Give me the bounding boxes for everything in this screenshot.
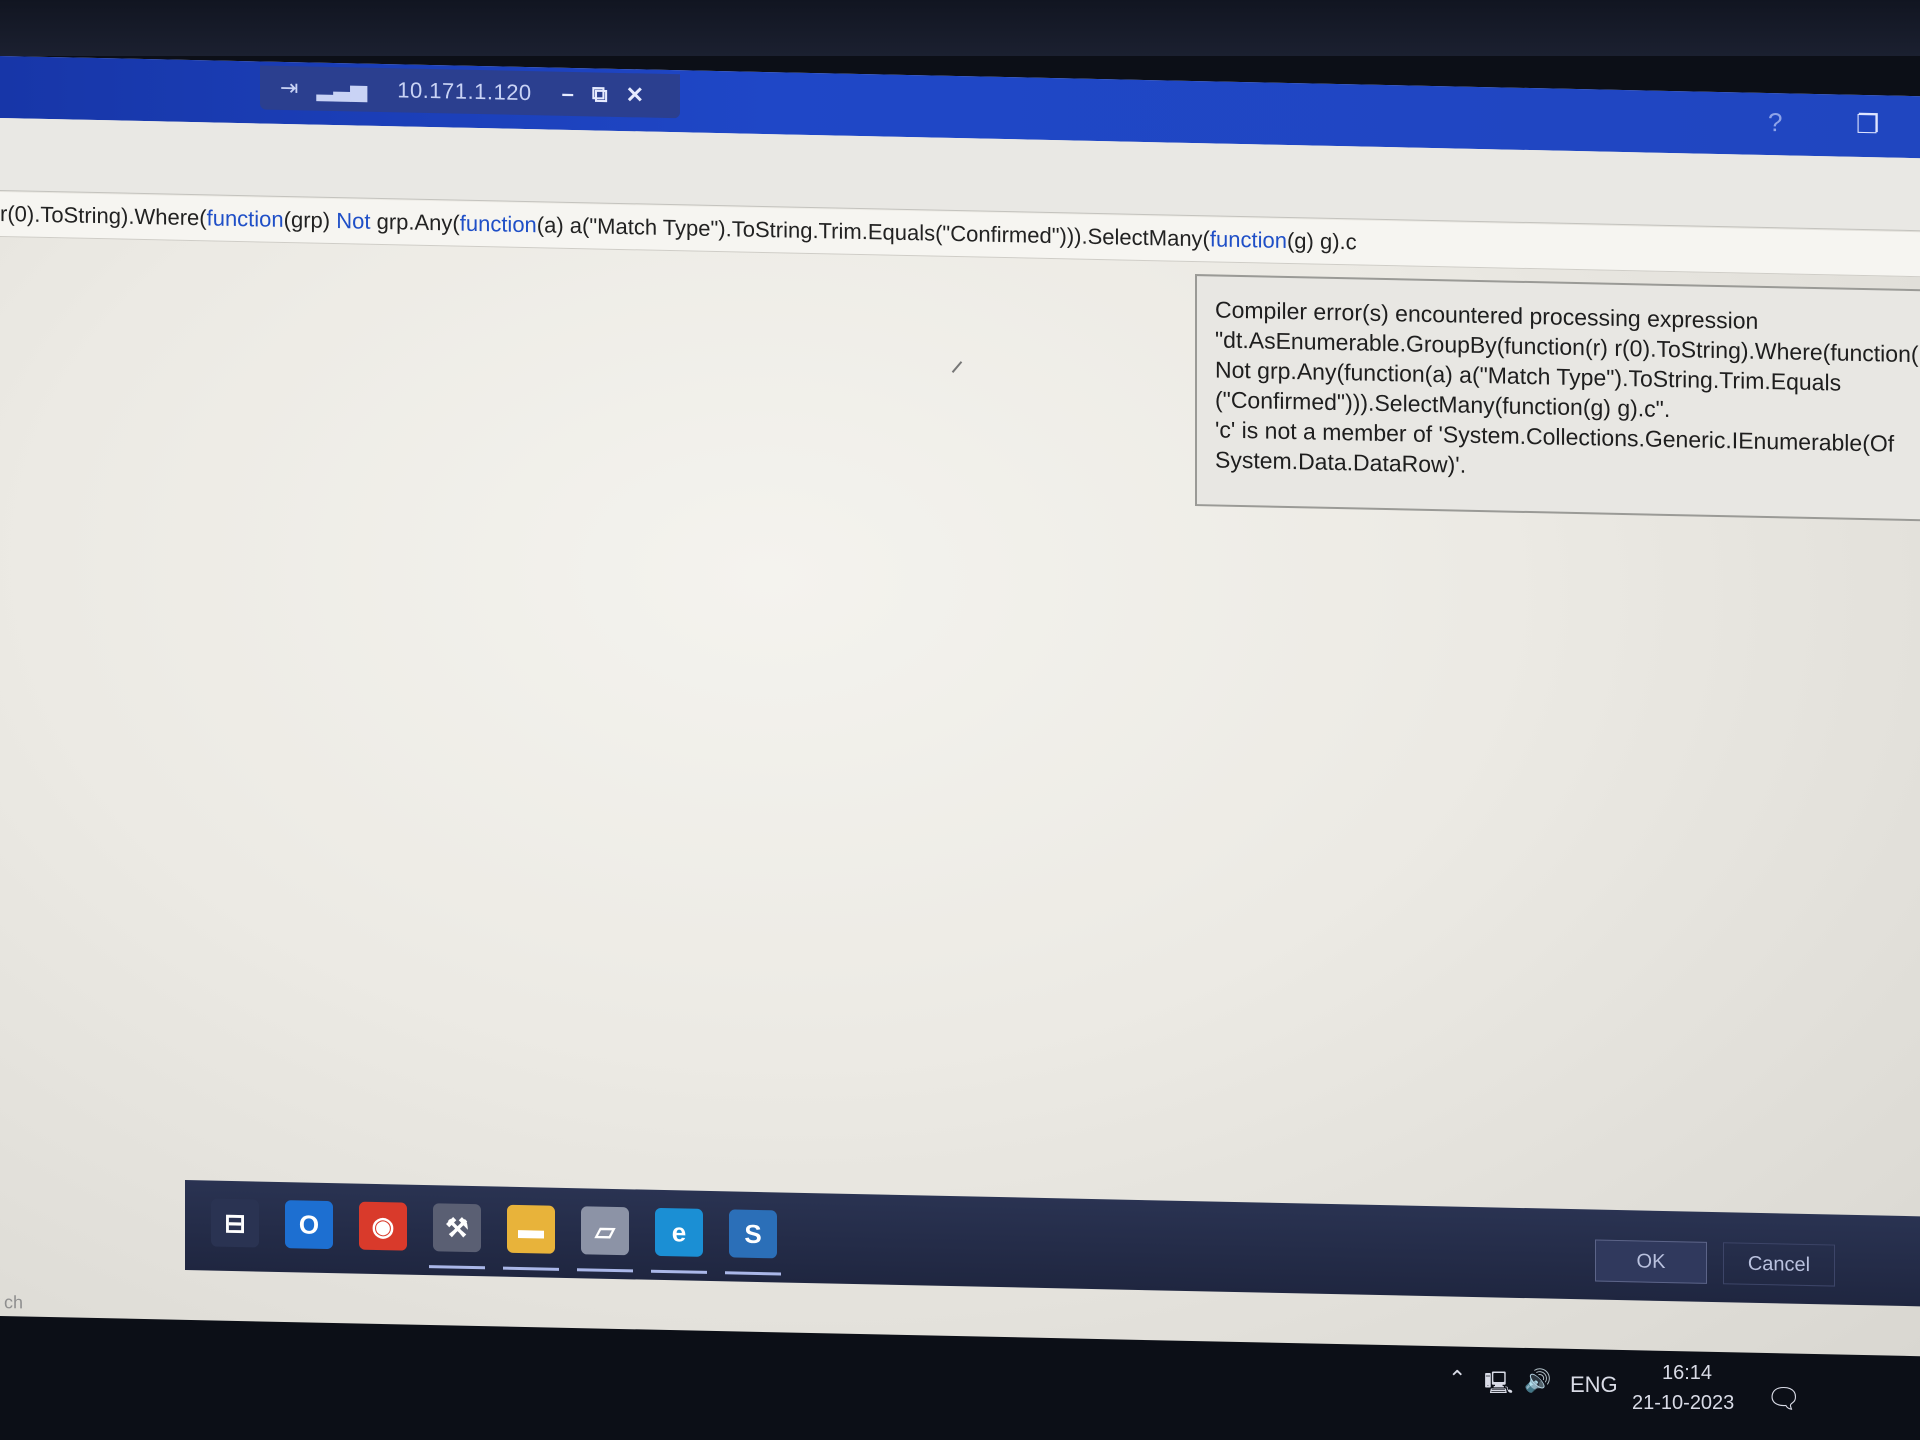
code-token: grp.Any( [370, 208, 460, 236]
running-indicator [651, 1269, 707, 1274]
pin-icon[interactable]: ⇥ [280, 75, 298, 101]
code-token: (g) g).c [1286, 227, 1357, 255]
running-indicator [725, 1271, 781, 1276]
tools-icon[interactable]: ⚒ [433, 1203, 481, 1253]
cancel-button[interactable]: Cancel [1723, 1242, 1835, 1287]
close-button[interactable]: ✕ [626, 82, 644, 108]
keyword-token: function [1209, 226, 1287, 253]
compiler-error-tooltip: Compiler error(s) encountered processing… [1195, 274, 1920, 522]
help-icon[interactable]: ? [1768, 107, 1782, 138]
signal-icon: ▂▃▅ [316, 75, 368, 102]
remote-desktop-screen: ⇥ ▂▃▅ 10.171.1.120 – ⧉ ✕ ? ❐ r(0).ToStri… [0, 56, 1920, 1357]
code-token: (grp) [283, 206, 337, 234]
stray-mark [951, 361, 963, 373]
remote-ip: 10.171.1.120 [397, 77, 532, 106]
volume-icon[interactable]: 🔊 [1524, 1368, 1551, 1394]
window-restore-icon[interactable]: ❐ [1856, 109, 1879, 140]
chrome-icon[interactable]: ◉ [359, 1201, 407, 1251]
code-token: (a) a("Match Type").ToString.Trim.Equals… [536, 212, 1210, 252]
keyword-token: function [206, 205, 284, 232]
file-explorer-icon[interactable]: ▬ [507, 1204, 555, 1254]
task-view-icon[interactable]: ⊟ [211, 1198, 259, 1248]
studio-icon[interactable]: S [729, 1209, 777, 1259]
edge-icon[interactable]: e [655, 1207, 703, 1257]
search-snippet: ch [4, 1292, 24, 1313]
notification-icon[interactable]: 🗨 [1766, 1382, 1802, 1415]
code-token: r(0).ToString).Where( [0, 201, 207, 231]
network-icon[interactable]: 🖳 [1484, 1366, 1513, 1404]
running-indicator [429, 1265, 485, 1270]
running-indicator [577, 1268, 633, 1273]
running-indicator [503, 1266, 559, 1271]
restore-button[interactable]: ⧉ [592, 81, 608, 107]
outlook-icon[interactable]: O [285, 1200, 333, 1250]
keyword-token: function [459, 210, 537, 238]
minimize-button[interactable]: – [562, 81, 574, 107]
connection-pill: ⇥ ▂▃▅ 10.171.1.120 – ⧉ ✕ [260, 65, 680, 119]
ok-button[interactable]: OK [1595, 1239, 1707, 1284]
chevron-up-icon[interactable]: ⌃ [1448, 1366, 1466, 1392]
clock-date[interactable]: 21-10-2023 [1632, 1392, 1734, 1415]
language-indicator[interactable]: ENG [1570, 1372, 1618, 1398]
clock-time[interactable]: 16:14 [1662, 1362, 1712, 1385]
keyword-token: Not [336, 208, 371, 234]
notepad-icon[interactable]: ▱ [581, 1206, 629, 1256]
monitor-bezel [0, 0, 1920, 56]
